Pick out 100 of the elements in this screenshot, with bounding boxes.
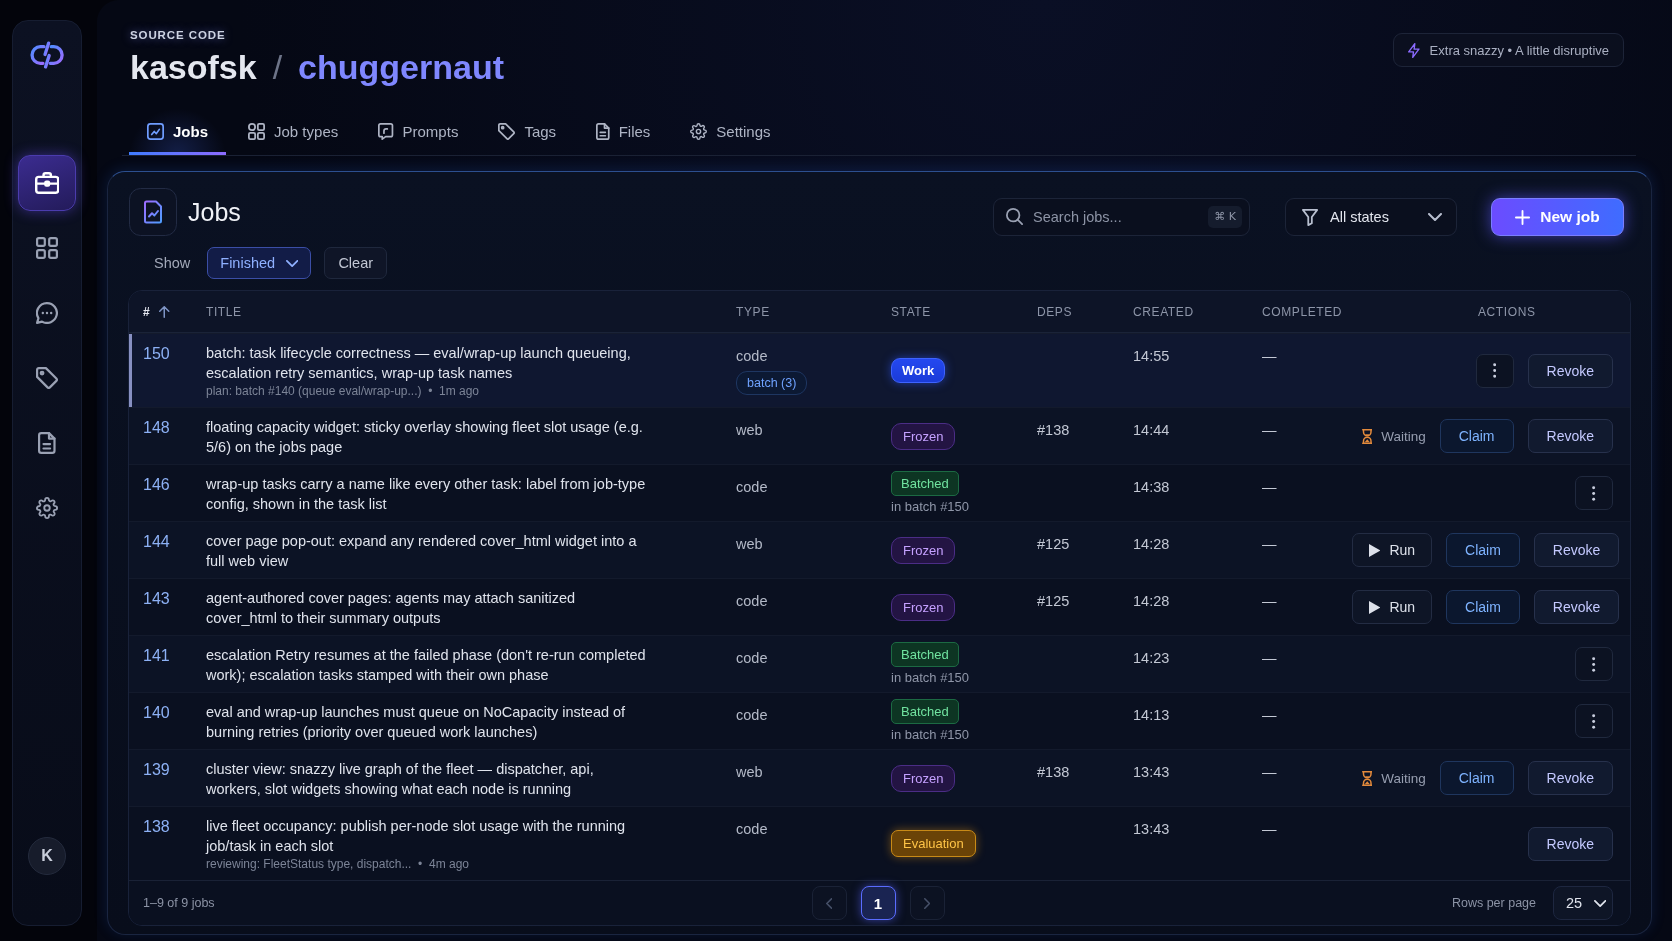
created-time: 14:55 [1133, 348, 1170, 364]
job-id-link[interactable]: 143 [143, 590, 170, 607]
dependency-ref: #138 [1037, 764, 1070, 780]
job-title: floating capacity widget: sticky overlay showing fleet slot usage (e.g. 5/6) on the jobs page [206, 418, 644, 457]
revoke-button[interactable]: Revoke [1533, 533, 1620, 567]
file-icon [596, 123, 610, 140]
chevron-right-icon [923, 897, 931, 909]
chevron-down-icon [1428, 213, 1442, 221]
job-id-link[interactable]: 146 [143, 476, 170, 493]
tag-icon [498, 123, 516, 140]
revoke-button[interactable]: Revoke [1527, 826, 1613, 861]
job-id-link[interactable]: 148 [143, 419, 170, 436]
job-id-link[interactable]: 138 [143, 818, 170, 835]
revoke-button[interactable]: Revoke [1527, 419, 1613, 453]
shortcut-hint: ⌘ K [1208, 206, 1242, 228]
tab[interactable]: Job types [230, 108, 357, 155]
claim-button[interactable]: Claim [1446, 590, 1520, 624]
run-button[interactable]: Run [1352, 590, 1433, 624]
claim-button[interactable]: Claim [1439, 761, 1514, 795]
job-id-link[interactable]: 141 [143, 647, 170, 664]
state-badge: Frozen [891, 422, 956, 450]
settings-icon [690, 123, 708, 140]
file-icon [38, 432, 56, 454]
show-filter-dropdown[interactable]: Finished [207, 247, 312, 279]
created-time: 13:43 [1133, 764, 1170, 780]
plus-icon [1515, 209, 1531, 225]
run-button[interactable]: Run [1352, 533, 1433, 567]
clear-button[interactable]: Clear [324, 247, 388, 279]
table-row[interactable]: 144 cover page pop-out: expand any rendered cover_html widget into a full web view web Frozen #125 14:28 — Run Claim Revoke [129, 521, 1630, 578]
revoke-button[interactable]: Revoke [1533, 590, 1620, 624]
table-row[interactable]: 139 cluster view: snazzy live graph of the fleet — dispatcher, api, workers, slot widgets showing what each node is running web Frozen #138 13:43 — Waiting Claim Revoke [129, 749, 1630, 806]
state-badge: Batched [891, 471, 959, 496]
hourglass-icon [1361, 770, 1373, 786]
more-vertical-icon [1592, 485, 1596, 501]
job-title: agent-authored cover pages: agents may attach sanitized cover_html to their summary outputs [206, 589, 577, 628]
created-time: 14:23 [1133, 650, 1170, 666]
job-title: live fleet occupancy: publish per-node slot usage with the running job/task in each slot [206, 817, 627, 856]
state-filter-dropdown[interactable]: All states [1285, 198, 1457, 236]
job-id-link[interactable]: 140 [143, 704, 170, 721]
state-badge: Batched [891, 699, 959, 724]
job-note: plan: batch #140 (queue eval/wrap-up...) • 1m ago [206, 383, 481, 400]
tab[interactable]: Tags [480, 108, 575, 155]
column-header[interactable]: # [143, 304, 151, 319]
job-id-link[interactable]: 150 [143, 345, 170, 362]
settings-icon [36, 497, 58, 519]
table-row[interactable]: 148 floating capacity widget: sticky overlay showing fleet slot usage (e.g. 5/6) on the jobs page web Frozen #138 14:44 — Waiting Claim Revoke [129, 407, 1630, 464]
job-id-link[interactable]: 144 [143, 533, 170, 550]
claim-button[interactable]: Claim [1446, 533, 1520, 567]
section-eyebrow: SOURCE CODE [130, 28, 227, 42]
tab[interactable]: Files [578, 108, 669, 155]
job-type: web [736, 535, 764, 554]
hourglass-icon [1361, 428, 1373, 444]
tab[interactable]: Prompts [360, 108, 477, 155]
created-time: 14:38 [1133, 479, 1170, 495]
chevron-left-icon [825, 897, 833, 909]
rows-per-page-select[interactable]: 25 [1553, 886, 1613, 920]
created-time: 14:13 [1133, 707, 1170, 723]
state-badge: Work [891, 358, 946, 383]
claim-button[interactable]: Claim [1439, 419, 1514, 453]
table-row[interactable]: 141 escalation Retry resumes at the failed phase (don't re-run completed work); escalation tasks stamped with their own phase code Batched in batch #150 14:23 — [129, 635, 1630, 692]
loop-logo-icon [29, 41, 65, 69]
user-avatar[interactable]: K [28, 837, 66, 875]
job-title: cluster view: snazzy live graph of the fleet — dispatcher, api, workers, slot widgets showing what each node is running [206, 760, 595, 799]
chart-square-icon [147, 123, 164, 140]
state-badge: Evaluation [891, 830, 976, 857]
chevron-down-icon [1594, 899, 1607, 907]
play-icon [1369, 600, 1381, 614]
completed-time: — [1262, 422, 1277, 438]
owner-name[interactable]: kasofsk [130, 47, 257, 87]
chat-bubble-icon [36, 302, 58, 324]
play-icon [1369, 543, 1381, 557]
panel-title: Jobs [188, 197, 241, 227]
search-icon [1006, 208, 1023, 225]
tab[interactable]: Settings [672, 108, 789, 155]
sidebar-nav-item[interactable] [18, 155, 76, 211]
repo-name[interactable]: chuggernaut [298, 47, 504, 87]
revoke-button[interactable]: Revoke [1527, 761, 1613, 795]
job-type: code [736, 592, 769, 611]
job-id-link[interactable]: 139 [143, 761, 170, 778]
job-type: code [736, 649, 769, 668]
briefcase-icon [34, 172, 60, 194]
revoke-button[interactable]: Revoke [1527, 353, 1613, 388]
state-badge: Batched [891, 642, 959, 667]
state-badge: Frozen [891, 536, 956, 564]
more-vertical-icon [1492, 363, 1497, 378]
completed-time: — [1262, 650, 1277, 666]
dependency-ref: #125 [1037, 536, 1070, 552]
job-type: code [736, 347, 769, 366]
new-job-button[interactable]: New job [1491, 198, 1624, 236]
batch-tag[interactable]: batch (3) [736, 371, 808, 395]
page-button[interactable]: 1 [860, 886, 896, 920]
tag-icon [36, 367, 58, 389]
column-header: COMPLETED [1262, 304, 1343, 319]
table-row[interactable] [129, 333, 1630, 407]
completed-time: — [1262, 764, 1277, 780]
job-title: wrap-up tasks carry a name like every other task: label from job-type config, shown in the task list [206, 475, 646, 514]
arrow-up-icon [159, 305, 170, 318]
completed-time: — [1262, 536, 1277, 552]
job-type: web [736, 763, 764, 782]
job-type: code [736, 820, 769, 839]
